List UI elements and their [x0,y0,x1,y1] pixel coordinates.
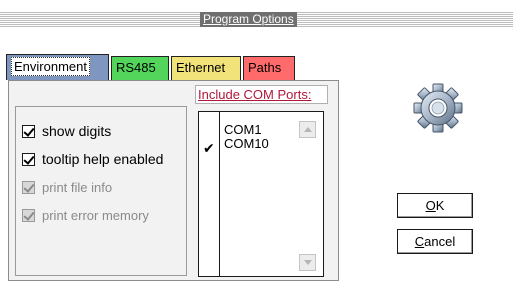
checkbox-box [22,180,35,194]
triangle-up-icon [303,127,312,132]
checkbox-label: print error memory [42,207,149,223]
tab-environment[interactable]: Environment [6,54,109,80]
com-list-check-column-divider [219,111,220,277]
title-bar[interactable]: Program Options [0,12,513,27]
checkbox-label: show digits [42,123,112,139]
print-file-info-checkbox: print file info [22,178,112,196]
print-error-memory-checkbox: print error memory [22,206,149,224]
window-title: Program Options [200,12,297,27]
tab-ethernet[interactable]: Ethernet [171,56,241,80]
checkbox-label: print file info [42,179,113,195]
ok-button-label: K [435,198,445,213]
show-digits-checkbox[interactable]: show digits [22,122,111,140]
com-port-item-com10[interactable]: COM10 [224,137,269,151]
gear-icon [413,83,463,133]
include-com-ports-label: Include COM Ports: [195,85,328,104]
checkbox-box[interactable] [22,152,35,166]
tab-paths[interactable]: Paths [243,56,295,80]
tab-environment-label: Environment [11,57,90,76]
ok-button-accel: O [425,198,436,213]
cancel-button[interactable]: Cancel [397,229,473,254]
scroll-up-arrow-icon[interactable] [299,121,316,138]
cancel-button-accel: C [414,234,425,249]
checkbox-box [22,208,35,222]
scroll-down-arrow-icon[interactable] [299,254,316,271]
triangle-down-icon [303,260,312,265]
tab-rs485[interactable]: RS485 [111,56,169,80]
com-port-item-com1[interactable]: COM1 [224,123,262,137]
tooltip-help-checkbox[interactable]: tooltip help enabled [22,150,163,168]
cancel-button-label: ancel [424,234,456,249]
com10-check-mark-icon[interactable]: ✔ [203,141,215,155]
ok-button[interactable]: OK [397,193,473,218]
checkbox-label: tooltip help enabled [42,151,164,167]
checkbox-box[interactable] [22,124,35,138]
